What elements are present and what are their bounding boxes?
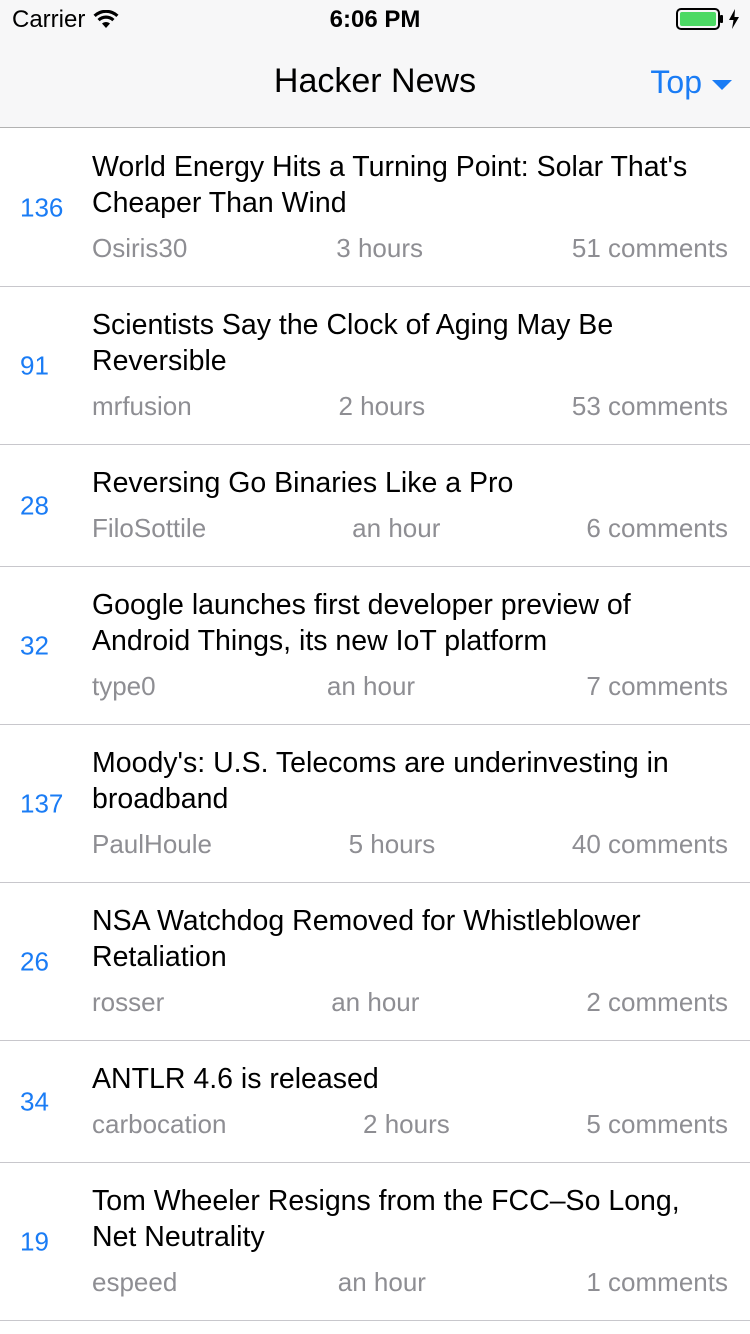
battery-icon: [676, 8, 723, 30]
story-comments[interactable]: 40 comments: [572, 829, 728, 860]
story-comments[interactable]: 2 comments: [586, 987, 728, 1018]
story-title[interactable]: NSA Watchdog Removed for Whistleblower R…: [92, 903, 728, 975]
story-age: an hour: [326, 671, 416, 701]
story-meta: Osiris30 3 hours 51 comments: [92, 233, 728, 264]
story-title[interactable]: Tom Wheeler Resigns from the FCC–So Long…: [92, 1183, 728, 1255]
story-row[interactable]: 28 Reversing Go Binaries Like a Pro Filo…: [0, 445, 750, 567]
story-row[interactable]: 26 NSA Watchdog Removed for Whistleblowe…: [0, 883, 750, 1041]
story-row[interactable]: 19 Tom Wheeler Resigns from the FCC–So L…: [0, 1163, 750, 1321]
story-score: 91: [20, 350, 49, 380]
story-author[interactable]: Osiris30: [92, 233, 187, 264]
story-author[interactable]: FiloSottile: [92, 513, 206, 544]
caret-down-icon: [712, 79, 732, 90]
story-meta: type0 an hour 7 comments: [92, 671, 728, 702]
app-header: Carrier 6:06 PM Hacker News Top: [0, 0, 750, 128]
story-row[interactable]: 137 Moody's: U.S. Telecoms are underinve…: [0, 725, 750, 883]
battery-indicator: [676, 8, 740, 30]
story-age: an hour: [337, 1267, 426, 1297]
story-comments[interactable]: 1 comments: [586, 1267, 728, 1298]
story-meta: FiloSottile an hour 6 comments: [92, 513, 728, 544]
story-row[interactable]: 32 Google launches first developer previ…: [0, 567, 750, 725]
story-list: 136 World Energy Hits a Turning Point: S…: [0, 129, 750, 1321]
story-age: 2 hours: [363, 1109, 450, 1139]
story-meta: rosser an hour 2 comments: [92, 987, 728, 1018]
story-age: 2 hours: [338, 391, 426, 421]
filter-label: Top: [650, 64, 702, 100]
status-bar: Carrier 6:06 PM: [0, 0, 750, 40]
story-score: 19: [20, 1226, 49, 1256]
story-score: 137: [20, 788, 64, 818]
story-comments[interactable]: 53 comments: [572, 391, 728, 422]
nav-title: Hacker News: [273, 62, 477, 100]
story-author[interactable]: espeed: [92, 1267, 177, 1298]
charging-bolt-icon: [729, 9, 739, 29]
story-score: 136: [20, 192, 64, 222]
navigation-bar: Hacker News Top: [0, 40, 750, 128]
story-author[interactable]: carbocation: [92, 1109, 226, 1140]
story-title[interactable]: Reversing Go Binaries Like a Pro: [92, 465, 728, 501]
story-title[interactable]: Google launches first developer preview …: [92, 587, 728, 659]
story-title[interactable]: World Energy Hits a Turning Point: Solar…: [92, 149, 728, 221]
status-time: 6:06 PM: [329, 6, 421, 33]
story-title[interactable]: Scientists Say the Clock of Aging May Be…: [92, 307, 728, 379]
story-row[interactable]: 91 Scientists Say the Clock of Aging May…: [0, 287, 750, 445]
story-author[interactable]: rosser: [92, 987, 164, 1018]
story-meta: espeed an hour 1 comments: [92, 1267, 728, 1298]
top-filter-button[interactable]: Top: [650, 64, 732, 101]
story-age: an hour: [331, 987, 420, 1017]
story-score: 34: [20, 1086, 49, 1116]
story-score: 28: [20, 490, 49, 520]
story-row[interactable]: 136 World Energy Hits a Turning Point: S…: [0, 129, 750, 287]
story-comments[interactable]: 7 comments: [586, 671, 728, 702]
story-author[interactable]: type0: [92, 671, 156, 702]
story-age: 3 hours: [336, 233, 423, 263]
story-meta: PaulHoule 5 hours 40 comments: [92, 829, 728, 860]
story-meta: carbocation 2 hours 5 comments: [92, 1109, 728, 1140]
story-age: an hour: [352, 513, 441, 543]
story-comments[interactable]: 6 comments: [586, 513, 728, 544]
story-title[interactable]: ANTLR 4.6 is released: [92, 1061, 728, 1097]
story-score: 32: [20, 630, 49, 660]
story-author[interactable]: PaulHoule: [92, 829, 212, 860]
story-meta: mrfusion 2 hours 53 comments: [92, 391, 728, 422]
story-age: 5 hours: [348, 829, 436, 859]
story-title[interactable]: Moody's: U.S. Telecoms are underinvestin…: [92, 745, 728, 817]
story-row[interactable]: 34 ANTLR 4.6 is released carbocation 2 h…: [0, 1041, 750, 1163]
story-comments[interactable]: 51 comments: [572, 233, 728, 264]
story-author[interactable]: mrfusion: [92, 391, 192, 422]
story-comments[interactable]: 5 comments: [586, 1109, 728, 1140]
story-score: 26: [20, 946, 49, 976]
